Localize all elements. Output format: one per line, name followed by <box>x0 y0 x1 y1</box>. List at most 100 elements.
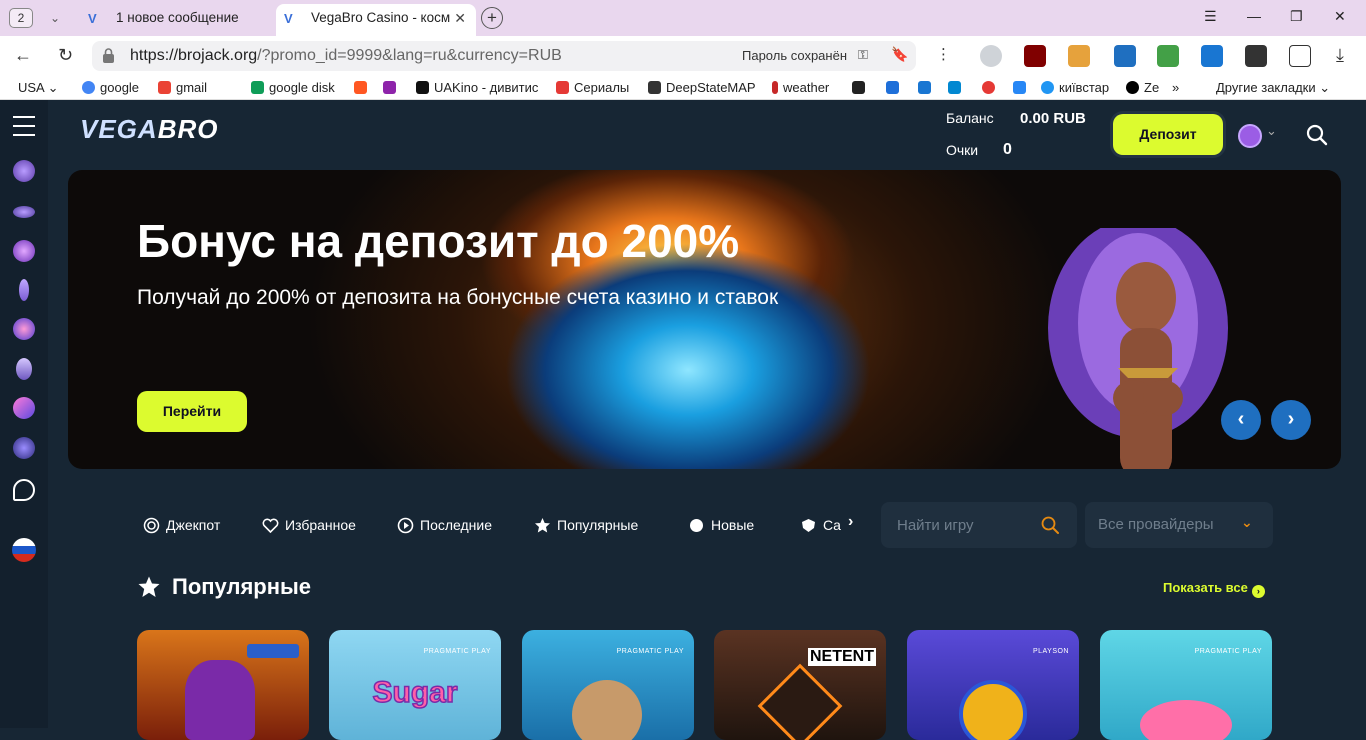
other-bookmarks[interactable]: Другие закладки ⌄ <box>1216 80 1330 96</box>
jackpot-icon <box>143 517 160 534</box>
search-icon[interactable] <box>1306 124 1328 146</box>
tab-messages[interactable]: V 1 новое сообщение <box>80 4 270 36</box>
hourglass-icon[interactable] <box>19 279 29 301</box>
game-card[interactable]: PRAGMATIC PLAY Sugar <box>329 630 501 740</box>
ufo-icon[interactable] <box>13 206 35 218</box>
bookmark-icon-bc[interactable] <box>852 80 870 95</box>
password-saved-indicator[interactable]: Пароль сохранён <box>742 48 847 63</box>
new-icon <box>690 519 703 532</box>
provider-logo: NETENT <box>808 648 876 666</box>
show-all-link[interactable]: Показать все › <box>1163 580 1265 598</box>
game-search-input[interactable] <box>897 514 1037 536</box>
bookmark-uakino[interactable]: UAKino - дивитис <box>416 80 538 95</box>
bookmark-weather[interactable]: weather <box>772 80 829 95</box>
minimize-icon[interactable]: — <box>1247 8 1261 24</box>
close-icon[interactable]: ✕ <box>454 4 466 32</box>
bookmark-deepstatemap[interactable]: DeepStateMAP <box>648 80 756 95</box>
providers-select-value: Все провайдеры <box>1098 516 1214 533</box>
category-more[interactable]: Ca <box>800 517 841 534</box>
bookmark-serials[interactable]: Сериалы <box>556 80 629 95</box>
game-card[interactable] <box>137 630 309 740</box>
bookmark-icon-arrow[interactable] <box>886 80 904 95</box>
extension-icon[interactable] <box>1201 45 1223 67</box>
bookmark-icon-vk[interactable] <box>1013 80 1031 95</box>
reload-icon[interactable]: ↻ <box>58 45 73 66</box>
tab-count-button[interactable]: 2 <box>9 8 33 28</box>
banner-next-button[interactable]: › <box>1271 400 1311 440</box>
globe-icon[interactable] <box>13 318 35 340</box>
globe-extension-icon[interactable] <box>980 45 1002 67</box>
bookmark-gmail[interactable]: gmail <box>158 80 207 95</box>
game-card[interactable]: PRAGMATIC PLAY <box>522 630 694 740</box>
key-icon[interactable]: ⚿ <box>858 47 868 63</box>
chevron-right-icon: › <box>1251 585 1265 598</box>
balance-label: Баланс <box>946 110 994 126</box>
banner-prev-button[interactable]: ‹ <box>1221 400 1261 440</box>
category-new[interactable]: Новые <box>688 517 754 534</box>
bookmark-usa[interactable]: USA ⌄ <box>18 80 59 96</box>
crown-icon[interactable] <box>13 160 35 182</box>
close-window-icon[interactable]: ✕ <box>1334 8 1346 25</box>
game-artwork <box>757 663 843 740</box>
rocket-icon[interactable] <box>13 397 35 419</box>
category-jackpot[interactable]: Джекпот <box>143 517 220 534</box>
deposit-button[interactable]: Депозит <box>1113 114 1223 155</box>
address-bar-row: ← ↻ https://brojack.org/?promo_id=9999&l… <box>0 36 1366 76</box>
shield-icon <box>802 519 815 532</box>
bookmark-kyivstar[interactable]: київстар <box>1041 80 1109 95</box>
chevron-down-icon[interactable]: ⌄ <box>42 7 68 29</box>
ublock-extension-icon[interactable] <box>1024 45 1046 67</box>
star-icon <box>138 576 160 597</box>
menu-icon[interactable]: ☰ <box>1204 8 1217 25</box>
banner-title: Бонус на депозит до 200% <box>137 215 740 267</box>
planet-icon[interactable] <box>13 240 35 262</box>
site-sidebar <box>0 100 48 728</box>
user-avatar-icon[interactable] <box>1238 124 1262 148</box>
restore-icon[interactable]: ❐ <box>1290 8 1303 25</box>
download-extension-icon[interactable] <box>1157 45 1179 67</box>
category-recent[interactable]: Последние <box>397 517 492 534</box>
new-tab-button[interactable]: + <box>481 7 503 29</box>
bookmark-icon-f[interactable] <box>354 80 372 95</box>
extension-icon[interactable] <box>1245 45 1267 67</box>
back-icon[interactable]: ← <box>14 45 32 66</box>
bookmark-icon[interactable]: 🔖 <box>891 46 908 63</box>
bookmark-ze[interactable]: Ze <box>1126 80 1159 95</box>
star-icon <box>535 518 550 533</box>
bookmark-google[interactable]: google <box>82 80 139 95</box>
bookmark-icon-p[interactable] <box>918 80 936 95</box>
downloads-icon[interactable]: ⤓ <box>1336 45 1344 66</box>
chevron-right-icon[interactable]: › <box>848 513 853 531</box>
network-icon[interactable] <box>13 437 35 459</box>
game-card[interactable]: PRAGMATIC PLAY <box>1100 630 1272 740</box>
bookmark-icon-flower[interactable] <box>383 80 401 95</box>
extensions-puzzle-icon[interactable] <box>1289 45 1311 67</box>
more-options-icon[interactable]: ⋮ <box>936 45 951 63</box>
chevron-down-icon[interactable]: ⌄ <box>1266 123 1277 139</box>
game-card[interactable]: PLAYSON <box>907 630 1079 740</box>
tab-vegabro[interactable]: V VegaBro Casino - космі ✕ <box>276 4 476 36</box>
banner-cta-button[interactable]: Перейти <box>137 391 247 432</box>
bookmark-icon-translate[interactable] <box>948 80 966 95</box>
category-popular[interactable]: Популярные <box>534 517 638 534</box>
russian-flag-icon[interactable] <box>12 538 36 562</box>
hamburger-menu-icon[interactable] <box>13 116 35 136</box>
bookmarks-overflow-icon[interactable]: » <box>1172 80 1179 95</box>
search-icon[interactable] <box>1041 516 1059 534</box>
game-artwork <box>185 660 255 740</box>
site-header: VEGABRO Баланс 0.00 RUB Очки 0 Депозит ⌄ <box>48 100 1366 170</box>
promo-banner: Бонус на депозит до 200% Получай до 200%… <box>68 170 1341 469</box>
bookmark-icon-yandex[interactable] <box>982 80 1000 95</box>
category-favorites[interactable]: Избранное <box>262 517 356 534</box>
game-card[interactable]: NETENT <box>714 630 886 740</box>
bookmark-google-disk[interactable]: google disk <box>251 80 335 95</box>
chat-icon[interactable] <box>13 479 35 501</box>
providers-select[interactable]: Все провайдеры ⌄ <box>1085 502 1273 548</box>
url-field[interactable]: https://brojack.org/?promo_id=9999&lang=… <box>92 41 916 71</box>
game-artwork <box>572 680 642 740</box>
game-artwork <box>1140 700 1232 740</box>
extension-badge-icon[interactable] <box>1114 45 1136 67</box>
extension-icon[interactable] <box>1068 45 1090 67</box>
trophy-icon[interactable] <box>16 358 32 380</box>
vegabro-logo[interactable]: VEGABRO <box>80 114 218 145</box>
